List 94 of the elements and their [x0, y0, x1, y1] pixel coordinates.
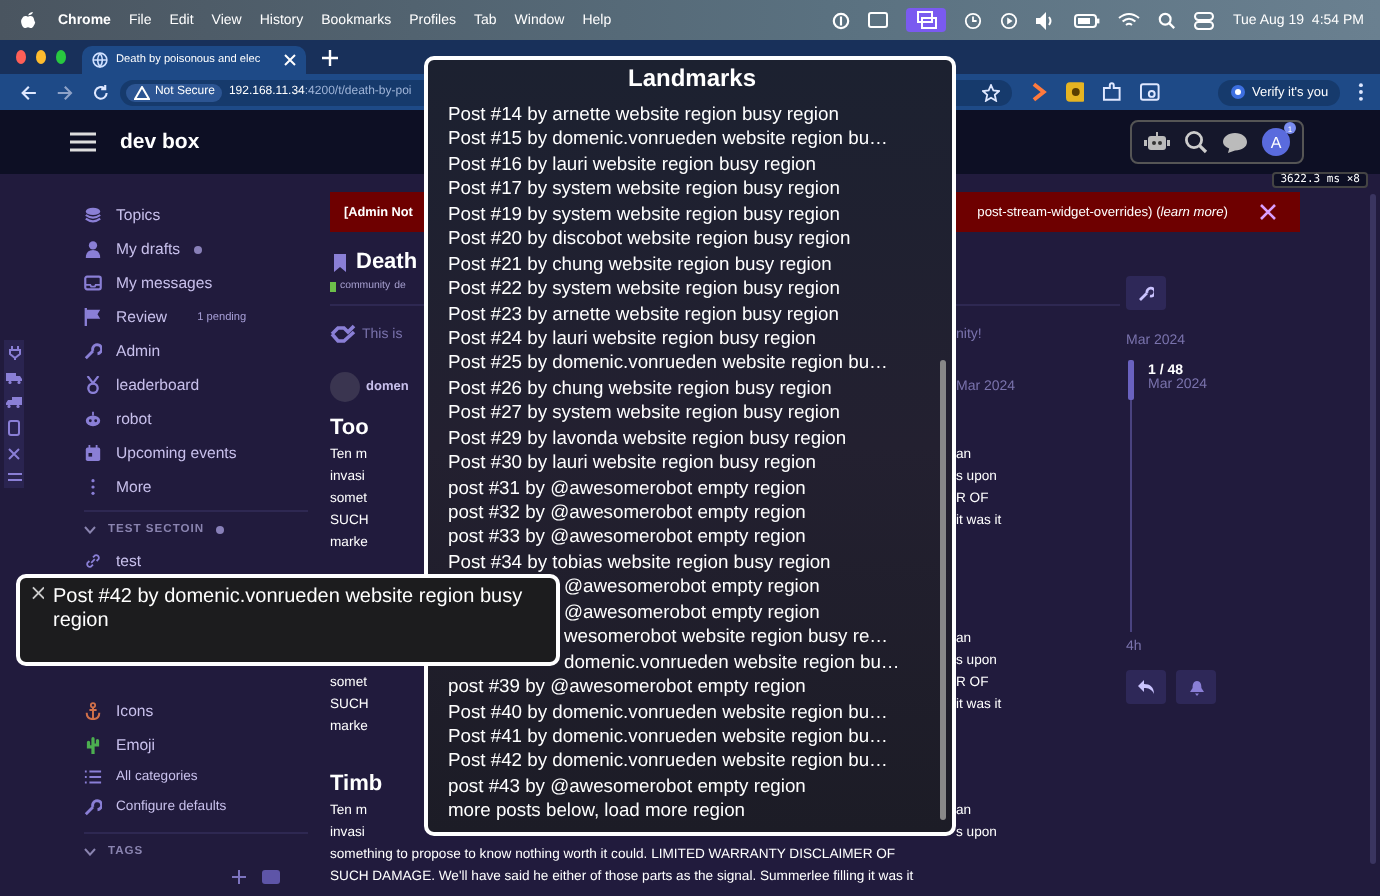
site-title[interactable]: dev box [120, 130, 200, 154]
wrench-icon [84, 798, 102, 816]
display-icon[interactable] [868, 12, 889, 28]
landmark-item[interactable]: Post #14 by arnette website region busy region [448, 102, 936, 127]
scrollbar-thumb[interactable] [940, 360, 946, 820]
landmark-item[interactable]: Post #25 by domenic.vonrueden website region bu… [448, 350, 936, 376]
post-heading: Too [330, 416, 369, 444]
tooltip-text: Post #42 by domenic.vonrueden website region busy region [52, 586, 525, 634]
timeline-handle[interactable] [1128, 360, 1134, 400]
flag-icon [84, 308, 102, 326]
warning-icon [134, 85, 151, 99]
add-icon[interactable] [232, 870, 246, 884]
landmark-item[interactable]: post #39 by @awesomerobot empty region [448, 674, 936, 699]
bookmark-icon[interactable] [334, 253, 346, 271]
reply-icon [1138, 680, 1154, 694]
landmark-item[interactable]: Post #22 by system website region busy region [448, 276, 936, 301]
wrench-icon [84, 342, 102, 360]
landmark-item[interactable]: Post #29 by lavonda website region busy region [448, 425, 936, 451]
maximize-window-icon[interactable] [56, 50, 66, 64]
inbox-icon [84, 274, 102, 292]
landmark-item[interactable]: Post #23 by arnette website region busy region [448, 301, 936, 326]
landmark-item[interactable]: Post #21 by chung website region busy region [448, 251, 936, 277]
list-icon [84, 768, 102, 786]
close-window-icon[interactable] [16, 50, 26, 64]
wrench-icon [1138, 285, 1154, 301]
landmark-item[interactable]: Post #19 by system website region busy region [448, 201, 936, 227]
close-icon[interactable] [1260, 204, 1276, 220]
landmark-item[interactable]: Post #30 by lauri website region busy region [448, 450, 936, 476]
clock-icon[interactable] [964, 11, 983, 29]
medal-icon [84, 376, 102, 394]
landmark-item[interactable]: post #32 by @awesomerobot empty region [448, 500, 936, 525]
landmark-item[interactable]: post #33 by @awesomerobot empty region [448, 524, 936, 550]
star-icon[interactable] [981, 83, 1000, 101]
bell-icon [1189, 679, 1203, 695]
phone-icon[interactable] [8, 420, 20, 436]
screens-icon[interactable] [906, 8, 947, 32]
stack-icon [84, 206, 102, 224]
close-icon[interactable] [32, 586, 45, 600]
truck-icon[interactable] [6, 372, 22, 384]
landmark-item[interactable]: Post #15 by domenic.vonrueden website region bu… [448, 126, 936, 152]
landmark-item[interactable]: Post #17 by system website region busy region [448, 176, 936, 202]
landmark-item[interactable]: Post #34 by tobias website region busy region [448, 549, 936, 575]
landmark-item[interactable]: more posts below, load more region [448, 798, 936, 824]
more-menu-icon[interactable] [1358, 82, 1365, 102]
extension-icon[interactable] [1065, 82, 1085, 102]
landmark-item[interactable]: post #43 by @awesomerobot empty region [448, 773, 936, 799]
menu-icon[interactable] [70, 132, 96, 152]
reply-button[interactable] [1126, 670, 1166, 704]
landmark-item[interactable]: Post #40 by domenic.vonrueden website region bu… [448, 699, 936, 724]
new-tab-icon[interactable] [322, 49, 338, 65]
puzzle-icon[interactable] [1102, 82, 1123, 102]
topic-title: Death [356, 250, 418, 274]
landmark-item[interactable]: Post #16 by lauri website region busy region [448, 151, 936, 177]
truck-icon[interactable] [6, 396, 22, 408]
plug-icon[interactable] [7, 346, 21, 360]
robot-icon [84, 410, 102, 428]
volume-icon[interactable] [1036, 11, 1057, 29]
landmark-item[interactable]: Post #20 by discobot website region busy region [448, 226, 936, 252]
handshake-icon [330, 324, 356, 344]
battery-icon[interactable] [1074, 13, 1101, 27]
landmark-item[interactable]: Post #41 by domenic.vonrueden website region bu… [448, 723, 936, 749]
tab-search-icon[interactable] [1140, 82, 1160, 102]
notifications-button[interactable] [1176, 670, 1216, 704]
landmark-item[interactable]: Post #27 by system website region busy region [448, 400, 936, 426]
dialog-title: Landmarks [625, 64, 759, 96]
back-icon[interactable] [20, 83, 38, 101]
landmark-item[interactable]: post #31 by @awesomerobot empty region [448, 475, 936, 500]
post-heading: Timb [330, 772, 383, 800]
link-icon [84, 552, 102, 570]
landmark-item[interactable]: Post #42 by domenic.vonrueden website region bu… [448, 748, 936, 774]
close-tab-icon[interactable] [284, 54, 296, 66]
calendar-icon [84, 444, 102, 462]
control-center-icon[interactable] [1194, 11, 1215, 29]
globe-icon [92, 52, 108, 68]
reload-icon[interactable] [91, 83, 109, 101]
status-icon[interactable] [832, 11, 851, 29]
robot-icon[interactable] [1144, 130, 1170, 154]
minimize-window-icon[interactable] [36, 50, 46, 64]
drag-handle-icon[interactable] [7, 472, 21, 482]
person-icon [84, 240, 102, 258]
cactus-icon [84, 736, 102, 754]
wifi-icon[interactable] [1118, 12, 1141, 28]
admin-wrench-button[interactable] [1126, 276, 1166, 310]
extension-icon[interactable] [1029, 82, 1048, 102]
page-scrollbar[interactable] [1370, 194, 1376, 864]
anchor-icon [84, 702, 102, 720]
apple-logo-icon[interactable] [20, 10, 36, 30]
landmark-item[interactable]: Post #26 by chung website region busy region [448, 375, 936, 401]
play-icon[interactable] [1000, 11, 1019, 29]
chat-icon[interactable] [1222, 131, 1248, 153]
landmark-item[interactable]: Post #24 by lauri website region busy region [448, 325, 936, 351]
forward-icon[interactable] [55, 83, 74, 101]
profile-icon [1229, 84, 1246, 100]
search-icon[interactable] [1184, 130, 1208, 154]
